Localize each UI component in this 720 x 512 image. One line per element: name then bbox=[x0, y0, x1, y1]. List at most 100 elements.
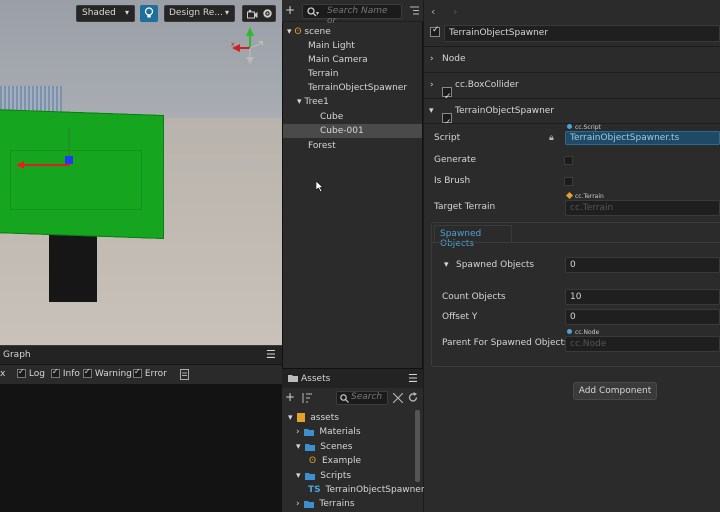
folder-icon bbox=[305, 443, 316, 451]
asset-item-assets[interactable]: ▾ assets bbox=[288, 411, 339, 425]
orientation-gizmo-icon[interactable]: x bbox=[228, 24, 270, 70]
gizmo-y-axis[interactable] bbox=[68, 128, 70, 158]
filter-label: x bbox=[0, 369, 6, 379]
section-node[interactable]: › Node bbox=[424, 47, 720, 71]
tree-node-main-camera[interactable]: Main Camera bbox=[308, 53, 368, 67]
checkbox-icon[interactable] bbox=[83, 367, 92, 378]
lightbulb-icon[interactable] bbox=[140, 5, 158, 22]
tree-trunk-cube[interactable] bbox=[49, 232, 97, 302]
offset-y-input[interactable]: 0 bbox=[565, 309, 720, 325]
scene-icon: ʘ bbox=[309, 456, 317, 466]
type-tag-terrain: cc.Terrain bbox=[565, 191, 604, 200]
back-arrow-icon[interactable]: ‹ bbox=[431, 5, 435, 18]
filter-warning[interactable]: Warning bbox=[83, 367, 132, 379]
is-brush-checkbox[interactable] bbox=[564, 177, 573, 186]
shading-mode-select[interactable]: Shaded ▾ bbox=[76, 5, 135, 22]
tree-node-terrain[interactable]: Terrain bbox=[308, 67, 338, 81]
asset-item-label: Terrains bbox=[319, 499, 355, 509]
parent-node-field[interactable]: cc.Node bbox=[565, 336, 720, 352]
assets-search-input[interactable]: Search bbox=[336, 391, 388, 405]
gear-icon[interactable] bbox=[262, 8, 273, 19]
asset-item-terrains[interactable]: › Terrains bbox=[296, 497, 355, 511]
tree-node-scene[interactable]: ▾ ʘ scene bbox=[287, 25, 331, 39]
parent-label: Parent For Spawned Objects bbox=[442, 338, 569, 348]
checkbox-icon[interactable] bbox=[442, 85, 452, 109]
add-component-button[interactable]: Add Component bbox=[573, 382, 657, 400]
gizmo-x-axis[interactable] bbox=[22, 164, 70, 166]
list-options-icon[interactable] bbox=[410, 6, 419, 15]
script-asset-field[interactable]: TerrainObjectSpawner.ts bbox=[565, 131, 720, 145]
design-resolution-select[interactable]: Design Re... ▾ bbox=[164, 5, 235, 22]
menu-icon[interactable]: ☰ bbox=[408, 372, 418, 385]
checkbox-icon[interactable] bbox=[442, 111, 452, 135]
tab-spawned-objects[interactable]: Spawned Objects bbox=[434, 225, 512, 249]
section-spawner-title: TerrainObjectSpawner bbox=[455, 106, 555, 116]
node-name-input[interactable]: TerrainObjectSpawner bbox=[444, 25, 720, 42]
section-terrainobjectspawner[interactable]: ▾ TerrainObjectSpawner bbox=[424, 99, 720, 135]
camera-icon[interactable] bbox=[247, 9, 258, 19]
gizmo-center-handle[interactable] bbox=[65, 156, 73, 164]
asset-item-terrainobjectspawner[interactable]: TS TerrainObjectSpawner bbox=[308, 483, 425, 497]
forward-arrow-icon[interactable]: › bbox=[453, 5, 457, 18]
spawned-objects-count-input[interactable]: 0 bbox=[565, 257, 720, 273]
hierarchy-search-input[interactable]: ▾ Search Name or bbox=[302, 4, 402, 26]
tab-assets[interactable]: Assets bbox=[301, 374, 330, 384]
expand-arrow-icon[interactable]: ▾ bbox=[297, 97, 302, 107]
node-active-checkbox[interactable] bbox=[430, 25, 444, 38]
filter-log[interactable]: Log bbox=[17, 367, 45, 379]
assets-scrollbar[interactable] bbox=[415, 410, 420, 482]
clear-log-icon[interactable] bbox=[180, 369, 189, 380]
type-tag-script: cc.Script bbox=[567, 124, 601, 131]
tree-node-tree1[interactable]: ▾ Tree1 bbox=[297, 95, 329, 109]
generate-checkbox[interactable] bbox=[564, 156, 573, 165]
asset-item-label: TerrainObjectSpawner bbox=[325, 485, 425, 495]
gizmo-x-arrow-icon[interactable] bbox=[16, 161, 24, 169]
divider bbox=[432, 242, 720, 243]
expand-arrow-icon[interactable]: ▾ bbox=[288, 413, 293, 423]
menu-icon[interactable]: ☰ bbox=[266, 348, 276, 361]
checkbox-icon[interactable] bbox=[430, 25, 440, 37]
expand-arrow-icon[interactable]: ▾ bbox=[296, 442, 301, 452]
filter-error[interactable]: Error bbox=[133, 367, 167, 379]
count-objects-input[interactable]: 10 bbox=[565, 289, 720, 305]
console-tabbar: Graph ☰ bbox=[0, 345, 282, 365]
type-tag-label: cc.Node bbox=[575, 329, 600, 336]
filter-info[interactable]: Info bbox=[51, 367, 80, 379]
checkbox-icon[interactable] bbox=[133, 367, 142, 378]
generate-label: Generate bbox=[434, 155, 477, 165]
expand-arrow-icon[interactable]: › bbox=[296, 499, 300, 509]
camera-settings-group[interactable] bbox=[242, 5, 276, 22]
type-tag-node: cc.Node bbox=[567, 329, 599, 336]
chevron-down-icon: ▾ bbox=[429, 106, 434, 116]
tree-node-terrainobjectspawner[interactable]: TerrainObjectSpawner bbox=[308, 81, 407, 95]
type-tag-label: cc.Script bbox=[575, 124, 601, 131]
add-asset-icon[interactable]: + bbox=[285, 390, 295, 404]
parent-node-placeholder: cc.Node bbox=[570, 339, 607, 349]
tree-node-cube-001[interactable]: Cube-001 bbox=[283, 124, 422, 138]
checkbox-icon[interactable] bbox=[17, 367, 26, 378]
checkbox-icon[interactable] bbox=[51, 367, 60, 378]
asset-item-example[interactable]: ʘ Example bbox=[309, 454, 361, 468]
component-enabled-checkbox[interactable] bbox=[442, 106, 456, 135]
section-box-collider[interactable]: › cc.BoxCollider bbox=[424, 73, 720, 109]
tree-node-label: Forest bbox=[308, 141, 336, 151]
tree-node-main-light[interactable]: Main Light bbox=[308, 39, 355, 53]
expand-arrow-icon[interactable]: ▾ bbox=[296, 471, 301, 481]
sort-icon[interactable] bbox=[301, 393, 312, 403]
chevron-down-icon[interactable]: ▾ bbox=[444, 260, 449, 270]
tab-graph[interactable]: Graph bbox=[3, 350, 31, 360]
target-terrain-field[interactable]: cc.Terrain bbox=[565, 200, 720, 216]
expand-arrow-icon[interactable]: ▾ bbox=[287, 27, 292, 37]
terrain-type-icon bbox=[565, 191, 574, 200]
collapse-icon[interactable] bbox=[393, 393, 403, 403]
asset-item-scripts[interactable]: ▾ Scripts bbox=[296, 469, 351, 483]
chevron-down-icon: ▾ bbox=[316, 10, 320, 17]
expand-arrow-icon[interactable]: › bbox=[296, 427, 300, 437]
scene-view[interactable]: x Shaded ▾ Design Re... ▾ bbox=[0, 0, 282, 345]
asset-item-scenes[interactable]: ▾ Scenes bbox=[296, 440, 352, 454]
add-node-icon[interactable]: + bbox=[285, 3, 295, 17]
tree-node-cube[interactable]: Cube bbox=[320, 110, 343, 124]
refresh-icon[interactable] bbox=[408, 392, 418, 403]
tree-node-forest[interactable]: Forest bbox=[308, 139, 336, 153]
asset-item-materials[interactable]: › Materials bbox=[296, 425, 361, 439]
